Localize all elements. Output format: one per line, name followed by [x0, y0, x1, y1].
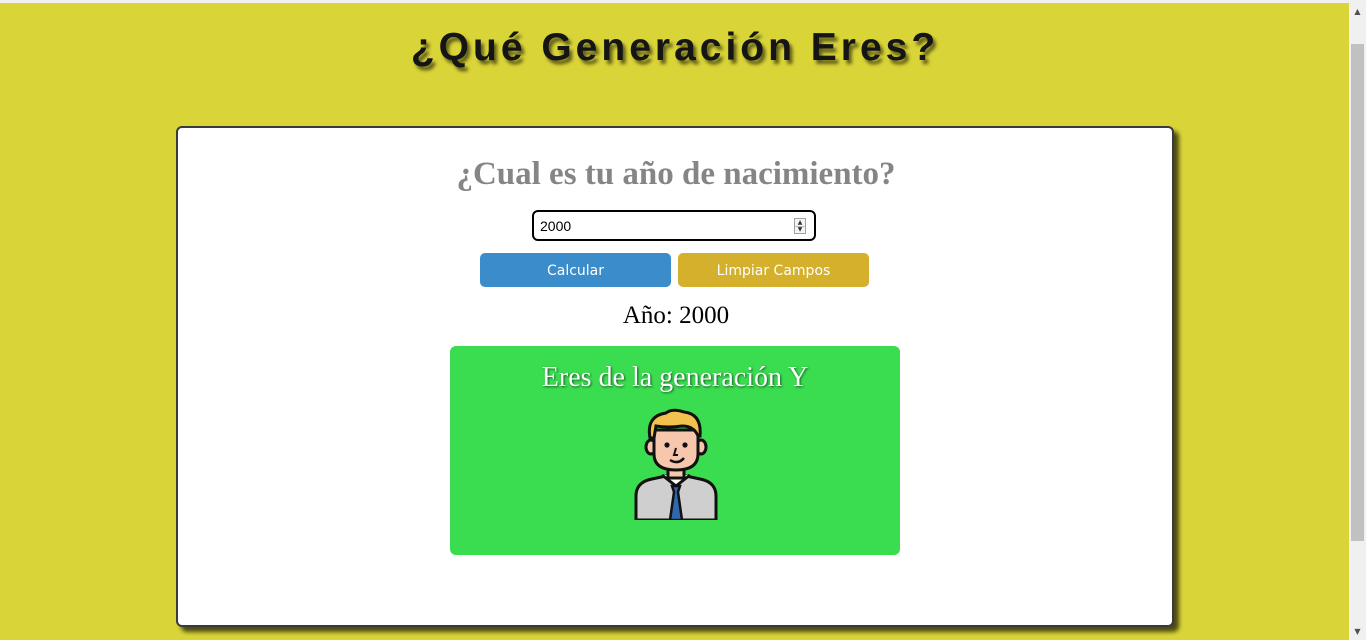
- generation-card: ¿Cual es tu año de nacimiento? ▲ ▼ Calcu…: [176, 126, 1174, 627]
- generation-result-box: Eres de la generación Y: [450, 346, 900, 555]
- clear-fields-button[interactable]: Limpiar Campos: [678, 253, 869, 287]
- year-spinner[interactable]: ▲ ▼: [794, 218, 806, 234]
- scroll-down-icon[interactable]: ▼: [1349, 623, 1366, 640]
- browser-top-edge: [0, 0, 1366, 3]
- scroll-thumb[interactable]: [1351, 44, 1364, 541]
- year-result-text: Año: 2000: [622, 302, 730, 329]
- page-scrollbar[interactable]: ▲ ▼: [1349, 3, 1366, 640]
- businessman-avatar-icon: [634, 408, 718, 520]
- scroll-up-icon[interactable]: ▲: [1349, 3, 1366, 20]
- birth-year-question: ¿Cual es tu año de nacimiento?: [456, 156, 896, 192]
- year-input-container[interactable]: ▲ ▼: [532, 210, 816, 241]
- spin-down-icon[interactable]: ▼: [795, 226, 805, 233]
- calculate-button[interactable]: Calcular: [480, 253, 671, 287]
- year-input[interactable]: [540, 217, 780, 235]
- generation-result-text: Eres de la generación Y: [541, 362, 809, 393]
- page-title: ¿Qué Generación Eres?: [410, 26, 940, 69]
